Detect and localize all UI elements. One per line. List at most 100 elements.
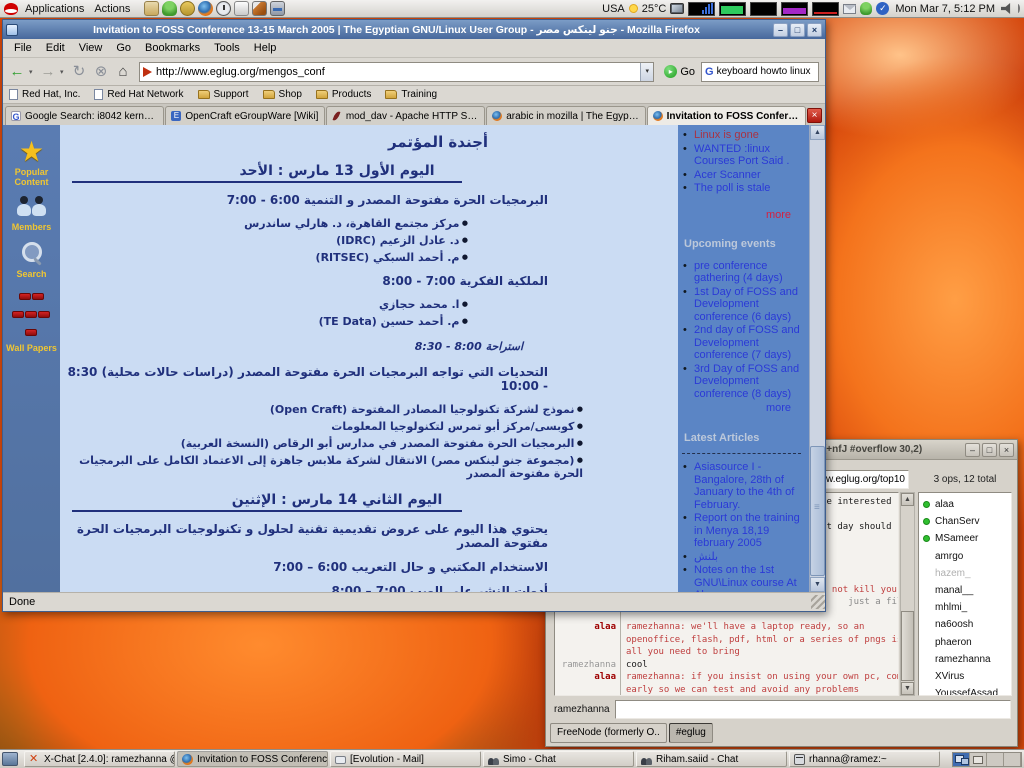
user-list-item[interactable]: amrgo <box>919 548 1011 565</box>
user-list-item[interactable]: hazem_ <box>919 565 1011 582</box>
user-list-item[interactable]: phaeron <box>919 634 1011 651</box>
bookmark-item[interactable]: Support <box>198 89 249 100</box>
url-bar[interactable]: http://www.eglug.org/mengos_conf ▾ <box>139 62 654 82</box>
browser-tab[interactable]: arabic in mozilla | The Egyptia... <box>486 106 645 125</box>
load-monitor-applet[interactable] <box>812 2 839 16</box>
sidebar-item-wallpapers[interactable]: Wall Papers <box>3 288 60 353</box>
more-link[interactable]: more <box>682 402 791 415</box>
weather-location[interactable]: USA <box>602 3 625 15</box>
bookmark-item[interactable]: Training <box>385 89 437 100</box>
launcher-icon[interactable] <box>180 1 195 16</box>
xchat-close-button[interactable]: × <box>999 443 1014 457</box>
display-settings-icon[interactable] <box>670 3 684 14</box>
memory-monitor-applet[interactable] <box>719 2 746 16</box>
event-link[interactable]: 1st Day of FOSS and Development conferen… <box>694 286 803 324</box>
launcher-icon[interactable] <box>234 1 249 16</box>
bookmark-item[interactable]: Shop <box>263 89 302 100</box>
mail-notify-icon[interactable] <box>843 4 856 14</box>
sidebar-item-members[interactable]: Members <box>3 196 60 232</box>
network-monitor-applet[interactable] <box>750 2 777 16</box>
article-link[interactable]: Notes on the 1st GNU\Linux course At Ale… <box>694 564 803 592</box>
reload-button[interactable]: ↻ <box>69 62 89 82</box>
applications-menu[interactable]: Applications <box>23 3 92 15</box>
show-desktop-icon[interactable] <box>2 752 18 766</box>
bookmark-item[interactable]: Red Hat, Inc. <box>9 89 80 100</box>
launcher-icon[interactable] <box>216 1 231 16</box>
launcher-icon[interactable] <box>198 1 213 16</box>
sidebar-item-popular[interactable]: ★ Popular Content <box>3 138 60 187</box>
event-link[interactable]: 3rd Day of FOSS and Development conferen… <box>694 363 803 401</box>
weather-temp[interactable]: 25°C <box>642 3 667 15</box>
workspace-4[interactable] <box>1004 753 1021 766</box>
back-button[interactable]: ← <box>7 62 27 82</box>
workspace-2[interactable] <box>970 753 987 766</box>
menu-item[interactable]: File <box>7 42 39 54</box>
swap-monitor-applet[interactable] <box>781 2 808 16</box>
menu-item[interactable]: Edit <box>39 42 72 54</box>
browser-tab[interactable]: OpenCraft eGroupWare [Wiki] <box>165 106 324 125</box>
firefox-titlebar[interactable]: Invitation to FOSS Conference 13-15 Marc… <box>3 20 825 39</box>
search-input[interactable]: keyboard howto linux <box>717 66 811 77</box>
scroll-up-icon[interactable]: ▲ <box>810 125 825 140</box>
browser-tab[interactable]: Invitation to FOSS Conferen... <box>647 106 806 125</box>
tab-close-button[interactable]: × <box>807 108 822 123</box>
browser-tab[interactable]: Google Search: i8042 kernel o... <box>5 106 164 125</box>
user-list-item[interactable]: MSameer <box>919 530 1011 547</box>
workspace-3[interactable] <box>987 753 1004 766</box>
back-dropdown-icon[interactable]: ▾ <box>29 68 36 76</box>
actions-menu[interactable]: Actions <box>92 3 138 15</box>
scroll-thumb[interactable] <box>810 446 825 576</box>
user-list-item[interactable]: XVirus <box>919 668 1011 685</box>
firefox-minimize-button[interactable]: – <box>773 23 788 37</box>
chat-scroll-down-icon[interactable]: ▼ <box>901 682 914 695</box>
taskbar-window-button[interactable]: Simo - Chat <box>483 751 634 767</box>
launcher-icon[interactable] <box>270 1 285 16</box>
user-list-item[interactable]: alaa <box>919 496 1011 513</box>
home-button[interactable]: ⌂ <box>113 62 133 82</box>
bookmark-item[interactable]: Red Hat Network <box>94 89 183 100</box>
taskbar-window-button[interactable]: rhanna@ramez:~ <box>789 751 940 767</box>
taskbar-window-button[interactable]: [Evolution - Mail] <box>330 751 481 767</box>
bookmark-item[interactable]: Products <box>316 89 371 100</box>
user-list-item[interactable]: ChanServ <box>919 513 1011 530</box>
launcher-icon[interactable] <box>144 1 159 16</box>
panel-clock[interactable]: Mon Mar 7, 5:12 PM <box>893 3 997 15</box>
chat-scroll-thumb[interactable] <box>901 611 914 681</box>
search-bar[interactable]: G keyboard howto linux <box>701 62 819 82</box>
chat-scroll-up-icon[interactable]: ▲ <box>901 493 914 506</box>
browser-tab[interactable]: mod_dav - Apache HTTP Server <box>326 106 485 125</box>
xchat-maximize-button[interactable]: □ <box>982 443 997 457</box>
sidebar-link[interactable]: Acer Scanner <box>694 169 803 182</box>
article-link[interactable]: بلنش <box>694 551 803 564</box>
article-link[interactable]: Asiasource I - Bangalore, 28th of Januar… <box>694 461 803 511</box>
menu-item[interactable]: View <box>72 42 110 54</box>
resize-grip[interactable] <box>811 595 825 609</box>
forward-button[interactable]: → <box>38 62 58 82</box>
stop-button[interactable]: ⊗ <box>91 62 111 82</box>
cpu-monitor-applet[interactable] <box>688 2 715 16</box>
volume-icon[interactable] <box>1001 3 1014 14</box>
launcher-icon[interactable] <box>162 1 177 16</box>
user-list-item[interactable]: mhlmi_ <box>919 599 1011 616</box>
article-link[interactable]: Report on the training in Menya 18,19 fe… <box>694 512 803 550</box>
presence-icon[interactable] <box>860 2 872 15</box>
channel-tab[interactable]: FreeNode (formerly O.. <box>550 723 667 743</box>
workspace-1[interactable] <box>953 753 970 766</box>
user-list[interactable]: alaa ChanServ MSameer amrgo hazem_ manal… <box>918 492 1012 696</box>
update-check-icon[interactable]: ✓ <box>876 2 889 15</box>
launcher-icon[interactable] <box>252 1 267 16</box>
sidebar-link[interactable]: The poll is stale <box>694 182 803 195</box>
go-button[interactable]: ▸ Go <box>660 65 699 78</box>
user-list-item[interactable]: ramezhanna <box>919 651 1011 668</box>
forward-dropdown-icon[interactable]: ▾ <box>60 68 67 76</box>
scroll-down-icon[interactable]: ▼ <box>810 577 825 592</box>
menu-item[interactable]: Help <box>247 42 284 54</box>
user-list-item[interactable]: YoussefAssad <box>919 685 1011 696</box>
more-link[interactable]: more <box>682 209 791 222</box>
taskbar-window-button[interactable]: Invitation to FOSS Conference <box>177 751 328 767</box>
menu-item[interactable]: Tools <box>207 42 247 54</box>
redhat-menu-icon[interactable] <box>4 3 18 15</box>
event-link[interactable]: pre conference gathering (4 days) <box>694 260 803 285</box>
firefox-close-button[interactable]: × <box>807 23 822 37</box>
firefox-maximize-button[interactable]: □ <box>790 23 805 37</box>
